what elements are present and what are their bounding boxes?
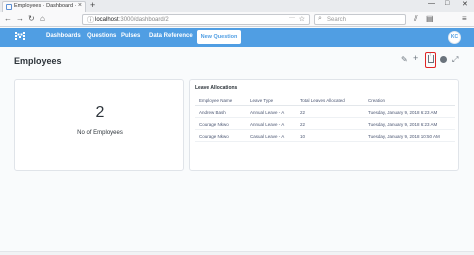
employee-count-value: 2 xyxy=(95,104,105,121)
browser-tab[interactable]: Employees · Dashboard · Meta × xyxy=(2,1,86,12)
column-header[interactable]: Employee Name xyxy=(199,98,232,103)
table-cell: Courage Nkwo xyxy=(199,122,229,127)
browser-toolbar: ← → ↻ ⌂ ⓘ localhost:3000/dashboard/2 ···… xyxy=(0,12,474,27)
table-cell: Tuesday, January 9, 2018 6:23 AM xyxy=(368,122,438,127)
home-icon[interactable]: ⌂ xyxy=(40,14,45,23)
pencil-icon[interactable]: ✎ xyxy=(401,55,408,64)
search-icon: ⌕ xyxy=(318,15,322,22)
minimize-icon[interactable]: — xyxy=(428,0,435,7)
window-bottom-edge xyxy=(0,251,474,255)
scalar-card: 2 No of Employees xyxy=(14,79,184,171)
user-avatar[interactable]: KC xyxy=(448,31,461,44)
sidebar-icon[interactable]: ▤ xyxy=(426,14,434,23)
metabase-nav: Dashboards Questions Pulses Data Referen… xyxy=(0,28,474,47)
plus-icon[interactable]: + xyxy=(413,53,418,63)
tab-close-icon[interactable]: × xyxy=(78,2,82,9)
nav-dashboards[interactable]: Dashboards xyxy=(46,33,81,39)
table-cell: Annual Leave - A xyxy=(250,110,285,115)
share-arrow-icon: ↑ xyxy=(428,52,432,58)
nav-pulses[interactable]: Pulses xyxy=(121,33,140,39)
browser-tabstrip: Employees · Dashboard · Meta × + — □ ✕ xyxy=(0,0,474,12)
maximize-icon[interactable]: □ xyxy=(445,0,449,7)
metabase-logo-icon[interactable] xyxy=(14,31,26,43)
dashboard-title: Employees xyxy=(14,56,62,66)
new-tab-icon[interactable]: + xyxy=(90,0,95,10)
table-cell: Tuesday, January 9, 2018 10:50 AM xyxy=(368,134,440,139)
table-cell: 10 xyxy=(300,134,306,139)
new-question-button[interactable]: New Question xyxy=(197,30,241,44)
browser-search-field[interactable]: ⌕ Search xyxy=(314,14,406,25)
table-cell: Courage Nkwo xyxy=(199,134,229,139)
table-title: Leave Allocations xyxy=(195,85,238,91)
info-icon[interactable]: ⓘ xyxy=(87,15,94,25)
nav-questions[interactable]: Questions xyxy=(87,33,116,39)
fullscreen-icon[interactable]: ⤢ xyxy=(452,55,458,65)
table-cell: 22 xyxy=(300,110,306,115)
nav-data-reference[interactable]: Data Reference xyxy=(149,33,193,39)
employee-count-label: No of Employees xyxy=(77,130,123,136)
table-cell: 22 xyxy=(300,122,306,127)
column-header[interactable]: Leave Type xyxy=(250,98,273,103)
tab-title: Employees · Dashboard · Meta xyxy=(14,3,76,9)
url-path: :3000/dashboard/2 xyxy=(118,16,169,23)
library-icon[interactable]: ⫽ xyxy=(414,14,418,24)
table-cell: Andrew Bash xyxy=(199,110,226,115)
night-mode-icon[interactable] xyxy=(440,56,447,63)
table-header: Employee Name Leave Type Total Leaves Al… xyxy=(195,94,455,106)
menu-icon[interactable]: ≡ xyxy=(462,14,467,23)
reload-icon[interactable]: ↻ xyxy=(28,14,35,23)
bookmark-star-icon[interactable]: ☆ xyxy=(299,15,305,23)
table-row: Courage Nkwo Annual Leave - A 22 Tuesday… xyxy=(195,118,455,130)
column-header[interactable]: Total Leaves Allocated xyxy=(300,98,345,103)
table-cell: Annual Leave - A xyxy=(250,122,285,127)
back-icon[interactable]: ← xyxy=(4,14,12,23)
metabase-favicon-icon xyxy=(6,4,12,10)
url-host: localhost xyxy=(95,16,119,23)
close-window-icon[interactable]: ✕ xyxy=(462,0,468,8)
table-row: Andrew Bash Annual Leave - A 22 Tuesday,… xyxy=(195,106,455,118)
leave-allocations-card: Leave Allocations Employee Name Leave Ty… xyxy=(189,79,459,171)
forward-icon[interactable]: → xyxy=(16,14,24,23)
share-button[interactable]: ↑ xyxy=(425,52,436,68)
page-actions-icon[interactable]: ··· xyxy=(289,15,295,21)
column-header[interactable]: Creation xyxy=(368,98,385,103)
address-bar[interactable]: ⓘ localhost:3000/dashboard/2 ··· ☆ xyxy=(82,14,310,25)
table-row: Courage Nkwo Casual Leave - A 10 Tuesday… xyxy=(195,130,455,142)
url-text: localhost:3000/dashboard/2 xyxy=(95,17,169,23)
search-placeholder: Search xyxy=(327,16,347,23)
table-cell: Tuesday, January 9, 2018 6:23 AM xyxy=(368,110,438,115)
table-cell: Casual Leave - A xyxy=(250,134,285,139)
